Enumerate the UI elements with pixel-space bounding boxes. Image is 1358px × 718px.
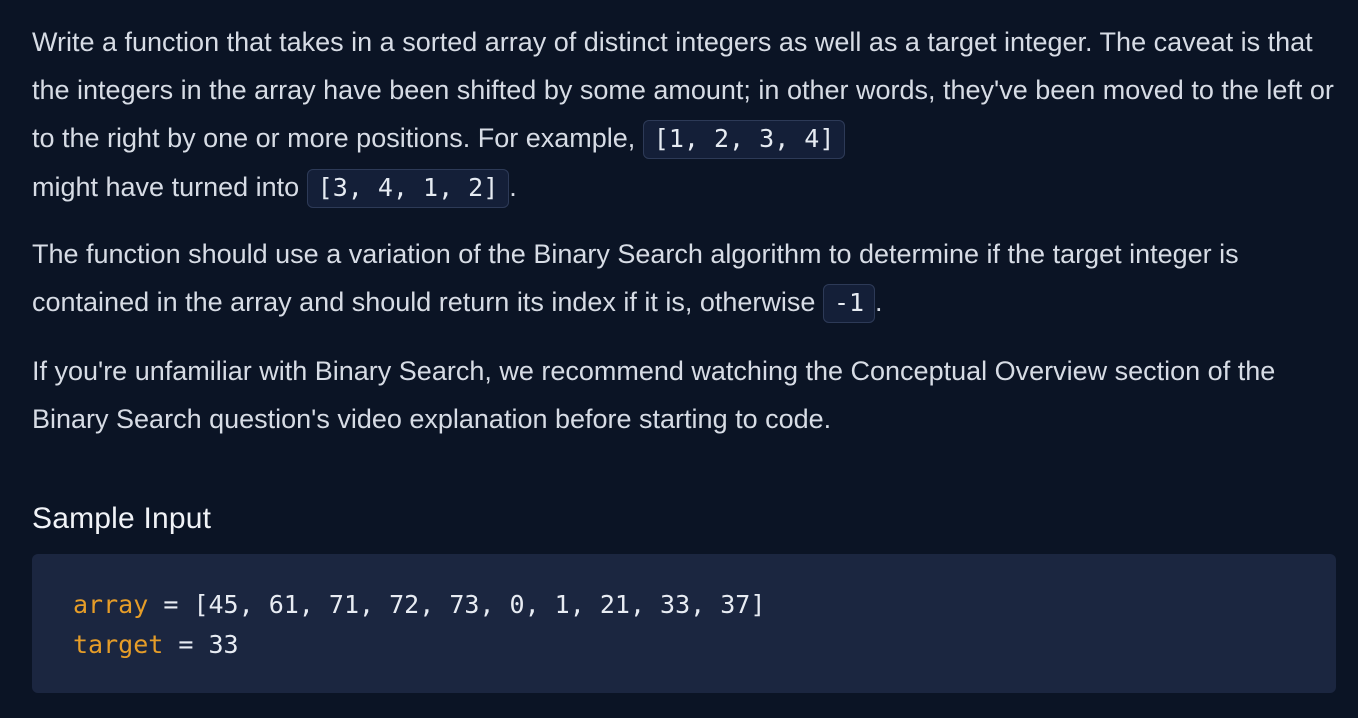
code-operator: = [163, 590, 179, 619]
description-paragraph-1: Write a function that takes in a sorted … [32, 18, 1336, 212]
code-value-target: 33 [208, 630, 239, 659]
para2-text-end: . [875, 287, 883, 317]
inline-code-not-found-value: -1 [822, 284, 876, 323]
code-variable-array: array [73, 590, 149, 619]
inline-code-example-shifted: [3, 4, 1, 2] [306, 169, 510, 208]
problem-description: Write a function that takes in a sorted … [32, 18, 1336, 535]
code-line-target: target = 33 [73, 630, 239, 659]
code-operator: = [178, 630, 194, 659]
sample-input-heading: Sample Input [32, 502, 212, 535]
code-variable-target: target [73, 630, 164, 659]
sample-input-code-block: array = [45, 61, 71, 72, 73, 0, 1, 21, 3… [32, 554, 1336, 693]
para1-text-middle: might have turned into [32, 172, 307, 202]
inline-code-example-original: [1, 2, 3, 4] [642, 120, 846, 159]
code-line-array: array = [45, 61, 71, 72, 73, 0, 1, 21, 3… [73, 590, 765, 619]
para2-text-start: The function should use a variation of t… [32, 239, 1239, 317]
code-lines: array = [45, 61, 71, 72, 73, 0, 1, 21, 3… [73, 585, 765, 665]
code-value-array: [45, 61, 71, 72, 73, 0, 1, 21, 33, 37] [193, 590, 766, 619]
description-paragraph-2: The function should use a variation of t… [32, 230, 1336, 327]
description-paragraph-3: If you're unfamiliar with Binary Search,… [32, 356, 1276, 434]
para1-text-end: . [509, 172, 517, 202]
